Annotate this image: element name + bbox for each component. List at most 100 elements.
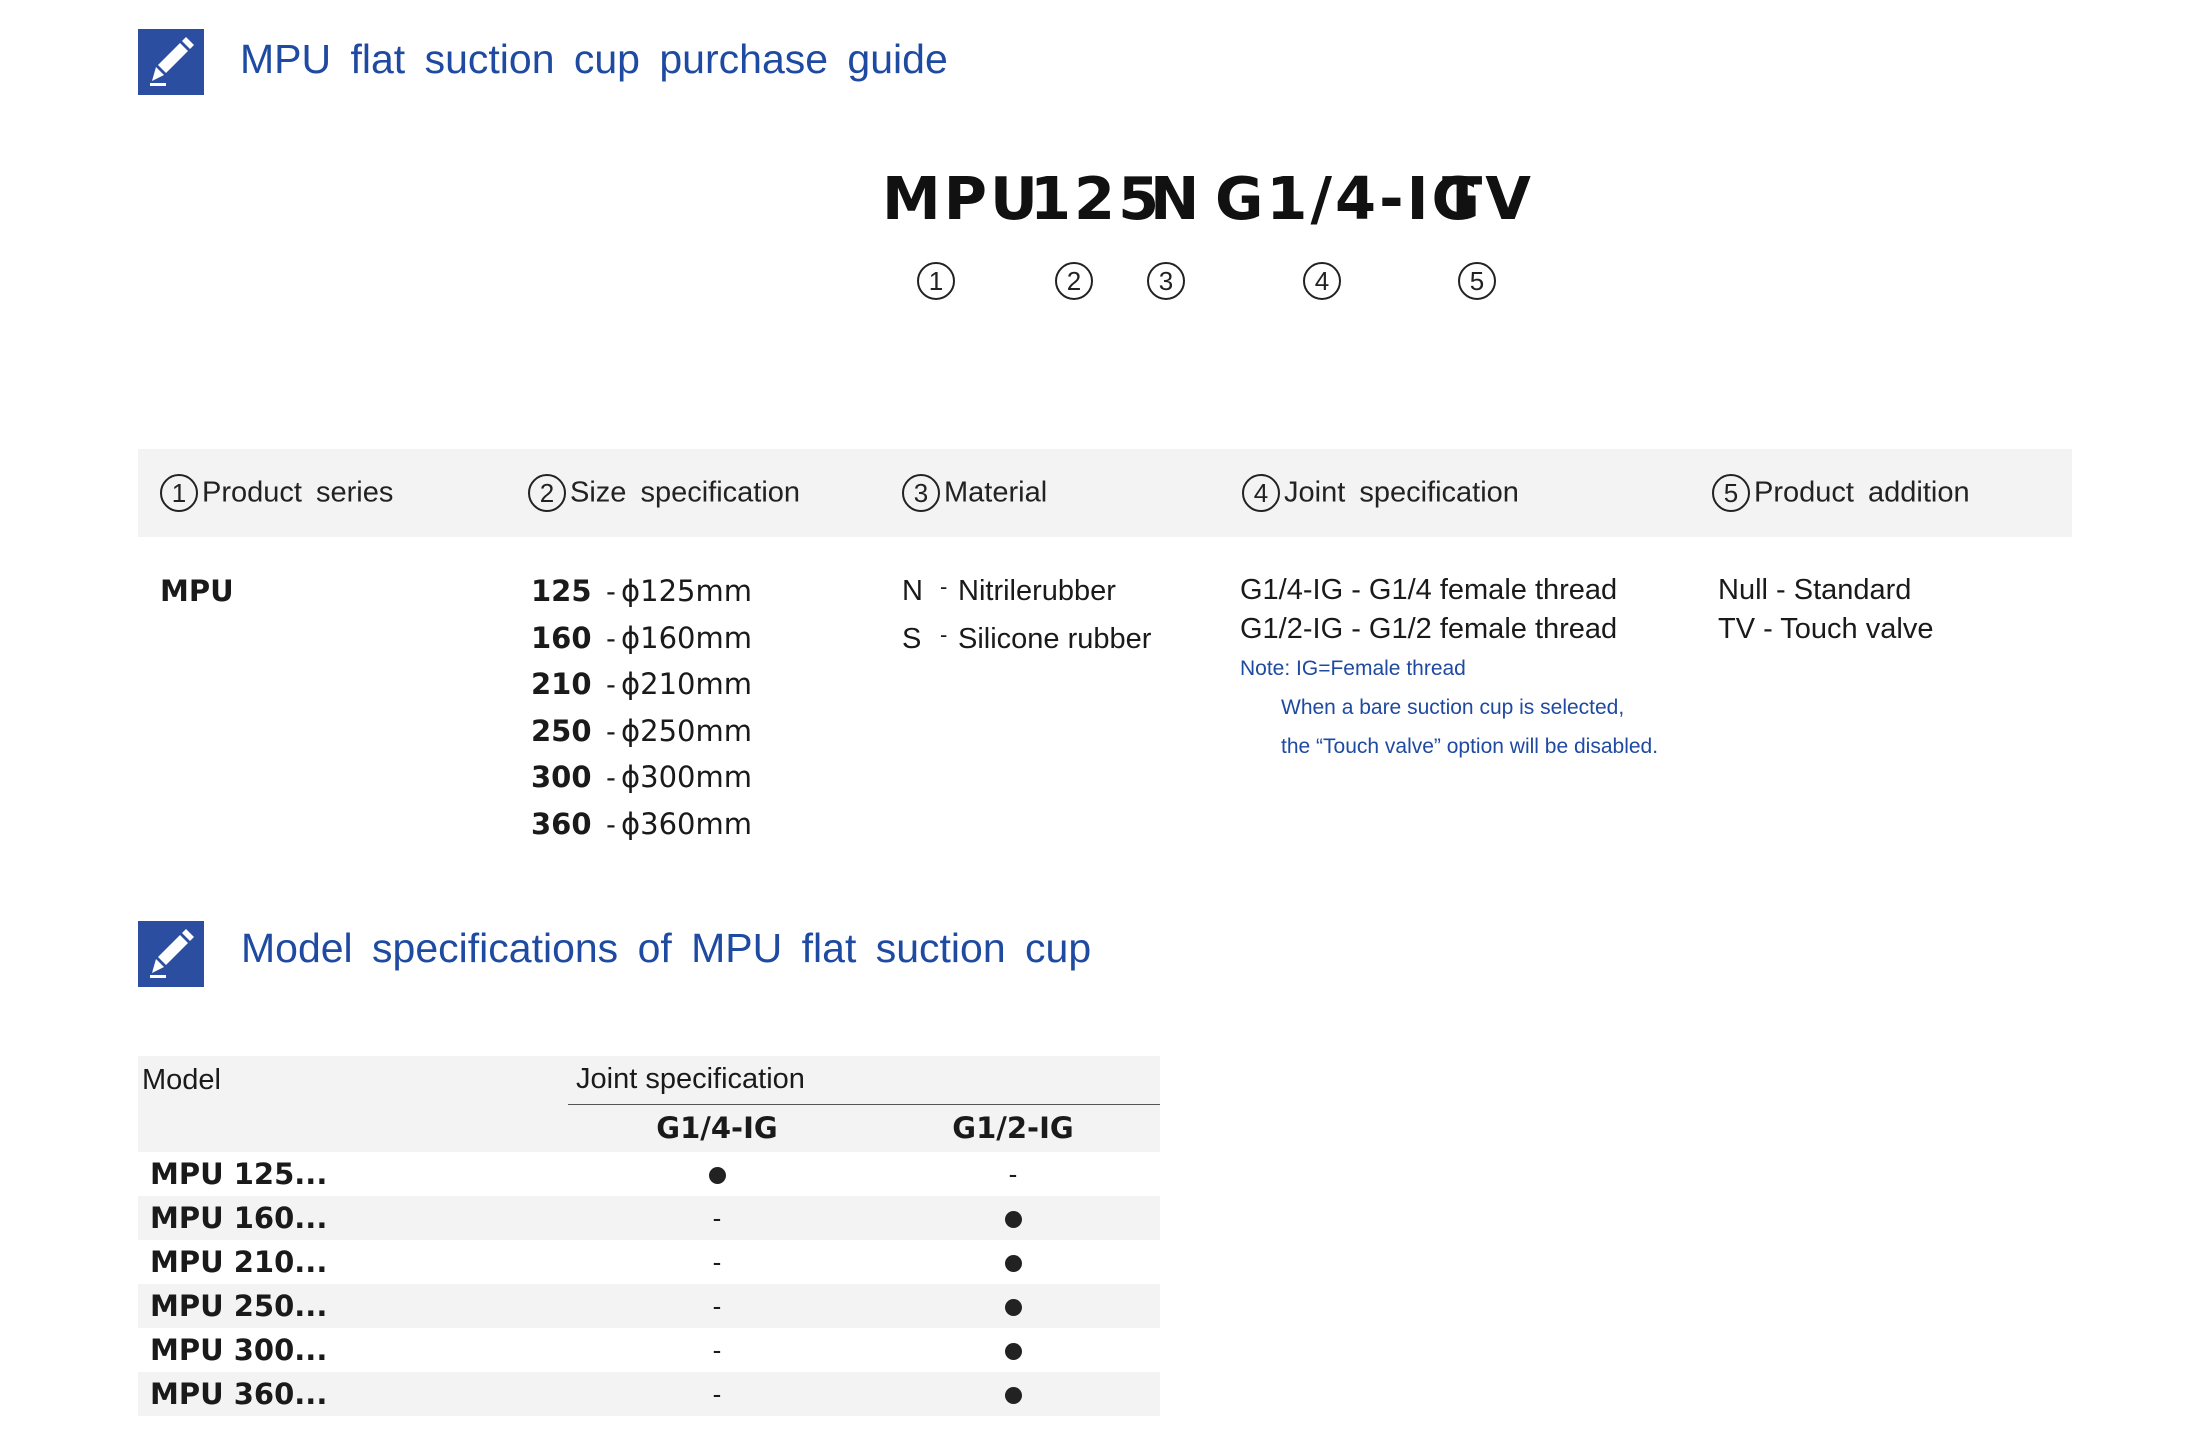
model-header: Model — [142, 1064, 221, 1096]
size-option: 125- ϕ125mm — [531, 574, 752, 609]
joint-note: When a bare suction cup is selected, — [1281, 696, 1625, 719]
available-dot — [1004, 1343, 1022, 1361]
table-header-row: Model Joint specification — [138, 1056, 1160, 1105]
model-name: MPU 125... — [150, 1157, 328, 1191]
joint-option: G1/4-IG - G1/4 female thread — [1240, 574, 1618, 606]
size-diameter: ϕ210mm — [621, 667, 752, 701]
table-row: MPU 360... - — [138, 1372, 1160, 1416]
size-option: 360- ϕ360mm — [531, 807, 752, 842]
available-dot — [1004, 1299, 1022, 1317]
header-marker: 3 — [902, 474, 940, 512]
material-option: N - Nitrilerubber — [902, 574, 1116, 608]
product-series-value: MPU — [160, 574, 234, 608]
code-part-size: 125 — [1030, 164, 1163, 233]
size-code: 300 — [531, 760, 592, 794]
table-row: MPU 210... - — [138, 1240, 1160, 1284]
size-option: 300- ϕ300mm — [531, 760, 752, 795]
header-label: Product addition — [1754, 476, 1970, 509]
header-material: 3 Material — [902, 474, 1047, 512]
code-marker-5: 5 — [1458, 262, 1496, 300]
size-code: 125 — [531, 574, 592, 608]
size-dash: - — [606, 809, 616, 841]
joint-option: G1/2-IG - G1/2 female thread — [1240, 613, 1618, 645]
pencil-icon — [138, 29, 204, 95]
model-name: MPU 300... — [150, 1333, 328, 1367]
header-product-series: 1 Product series — [160, 474, 393, 512]
model-code: MPU 125 N G1/4-IG TV — [0, 164, 2200, 244]
size-dash: - — [606, 762, 616, 794]
g14-mark: - — [712, 1246, 722, 1277]
size-dash: - — [606, 576, 616, 608]
code-part-addition: TV — [1442, 164, 1534, 233]
joint-group-header: Joint specification — [568, 1056, 1160, 1105]
col-header-g12: G1/2-IG — [952, 1111, 1074, 1146]
available-dot — [1004, 1211, 1022, 1229]
model-name: MPU 360... — [150, 1377, 328, 1411]
header-label: Material — [944, 476, 1048, 509]
header-label: Product series — [202, 476, 394, 509]
header-label: Joint specification — [1284, 476, 1519, 509]
size-option: 160- ϕ160mm — [531, 621, 752, 656]
g12-mark: - — [1008, 1158, 1018, 1189]
available-dot — [1004, 1255, 1022, 1273]
header-joint-specification: 4 Joint specification — [1242, 474, 1519, 512]
header-marker: 2 — [528, 474, 566, 512]
model-name: MPU 210... — [150, 1245, 328, 1279]
size-code: 360 — [531, 807, 592, 841]
table-row: MPU 300... - — [138, 1328, 1160, 1372]
model-spec-table: Model Joint specification G1/4-IG G1/2-I… — [138, 1056, 1160, 1416]
available-dot — [1004, 1387, 1022, 1405]
table-row: MPU 250... - — [138, 1284, 1160, 1328]
g12-mark — [866, 1328, 1160, 1372]
header-product-addition: 5 Product addition — [1712, 474, 1970, 512]
section-title-model-specifications: Model specifications of MPU flat suction… — [241, 925, 1092, 971]
model-name: MPU 160... — [150, 1201, 328, 1235]
size-option: 250- ϕ250mm — [531, 714, 752, 749]
code-part-material: N — [1150, 164, 1203, 233]
g14-mark: - — [712, 1290, 722, 1321]
code-marker-1: 1 — [917, 262, 955, 300]
size-code: 250 — [531, 714, 592, 748]
code-part-series: MPU — [882, 164, 1041, 233]
material-dash: - — [940, 574, 948, 599]
g12-mark — [866, 1284, 1160, 1328]
table-row: MPU 125... - — [138, 1152, 1160, 1196]
addition-option: Null - Standard — [1718, 574, 1912, 606]
joint-note: Note: IG=Female thread — [1240, 657, 1466, 680]
col-header-g14: G1/4-IG — [656, 1111, 778, 1146]
table-row: MPU 160... - — [138, 1196, 1160, 1240]
joint-note: the “Touch valve” option will be disable… — [1281, 735, 1659, 758]
g14-mark: - — [712, 1378, 722, 1409]
header-label: Size specification — [570, 476, 801, 509]
size-diameter: ϕ300mm — [621, 760, 752, 794]
material-code: N — [902, 575, 923, 607]
size-code: 210 — [531, 667, 592, 701]
header-marker: 5 — [1712, 474, 1750, 512]
material-option: S - Silicone rubber — [902, 622, 1151, 656]
size-diameter: ϕ250mm — [621, 714, 752, 748]
code-marker-4: 4 — [1303, 262, 1341, 300]
size-dash: - — [606, 716, 616, 748]
g14-mark: - — [712, 1334, 722, 1365]
header-marker: 1 — [160, 474, 198, 512]
material-code: S — [902, 623, 922, 655]
size-diameter: ϕ160mm — [621, 621, 752, 655]
code-marker-3: 3 — [1147, 262, 1185, 300]
addition-option: TV - Touch valve — [1718, 613, 1934, 645]
material-name: Nitrilerubber — [958, 575, 1116, 607]
g14-mark — [568, 1152, 866, 1196]
size-dash: - — [606, 623, 616, 655]
model-name: MPU 250... — [150, 1289, 328, 1323]
g14-mark: - — [712, 1202, 722, 1233]
material-dash: - — [940, 622, 948, 647]
available-dot — [708, 1167, 726, 1185]
code-marker-2: 2 — [1055, 262, 1093, 300]
header-marker: 4 — [1242, 474, 1280, 512]
size-dash: - — [606, 669, 616, 701]
header-size-specification: 2 Size specification — [528, 474, 800, 512]
g12-mark — [866, 1372, 1160, 1416]
g12-mark — [866, 1240, 1160, 1284]
size-diameter: ϕ125mm — [621, 574, 752, 608]
size-diameter: ϕ360mm — [621, 807, 752, 841]
size-code: 160 — [531, 621, 592, 655]
